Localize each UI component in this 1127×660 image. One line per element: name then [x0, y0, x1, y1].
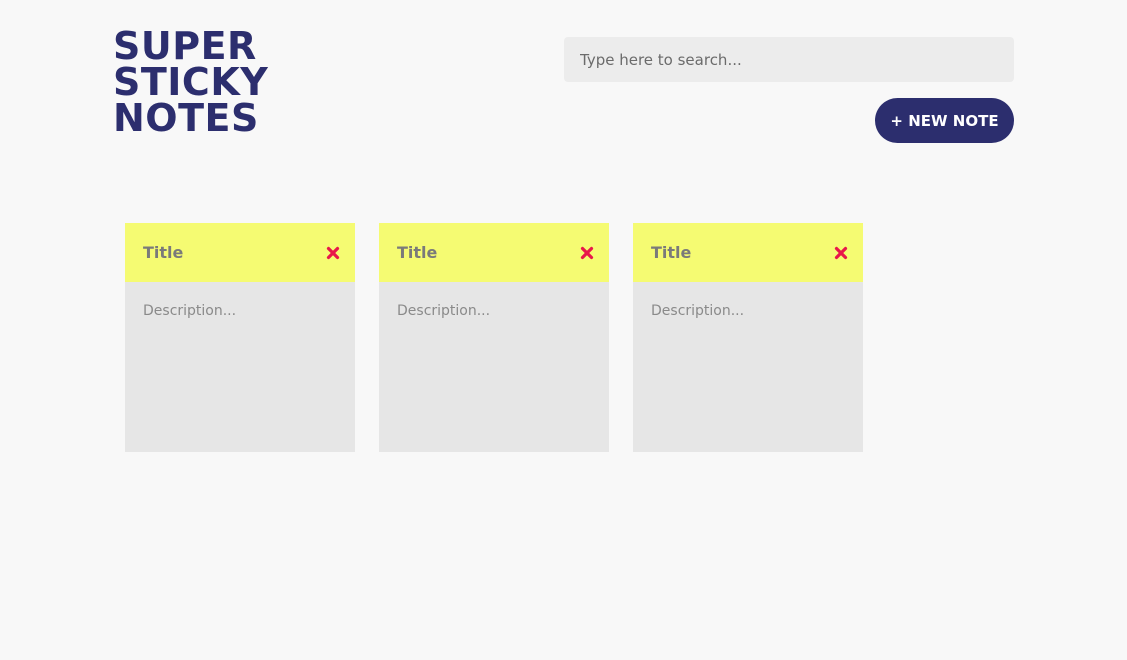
note-title[interactable]: Title: [651, 243, 691, 262]
sticky-note: Title Description...: [379, 223, 609, 452]
sticky-note: Title Description...: [633, 223, 863, 452]
note-description[interactable]: Description...: [633, 282, 863, 340]
logo-line: STICKY: [113, 60, 269, 104]
note-header: Title: [379, 223, 609, 282]
close-x-icon[interactable]: [579, 245, 595, 261]
logo-line: SUPER: [113, 24, 257, 68]
app-logo: SUPER STICKY NOTES: [113, 24, 269, 140]
note-description[interactable]: Description...: [125, 282, 355, 340]
note-description[interactable]: Description...: [379, 282, 609, 340]
close-x-icon[interactable]: [325, 245, 341, 261]
note-header: Title: [125, 223, 355, 282]
app-page: SUPER STICKY NOTES + NEW NOTE Title Desc…: [0, 0, 1127, 660]
sticky-note: Title Description...: [125, 223, 355, 452]
new-note-button[interactable]: + NEW NOTE: [875, 98, 1014, 143]
note-title[interactable]: Title: [397, 243, 437, 262]
note-title[interactable]: Title: [143, 243, 183, 262]
logo-line: NOTES: [113, 96, 259, 140]
close-x-icon[interactable]: [833, 245, 849, 261]
note-header: Title: [633, 223, 863, 282]
search-input[interactable]: [564, 37, 1014, 82]
